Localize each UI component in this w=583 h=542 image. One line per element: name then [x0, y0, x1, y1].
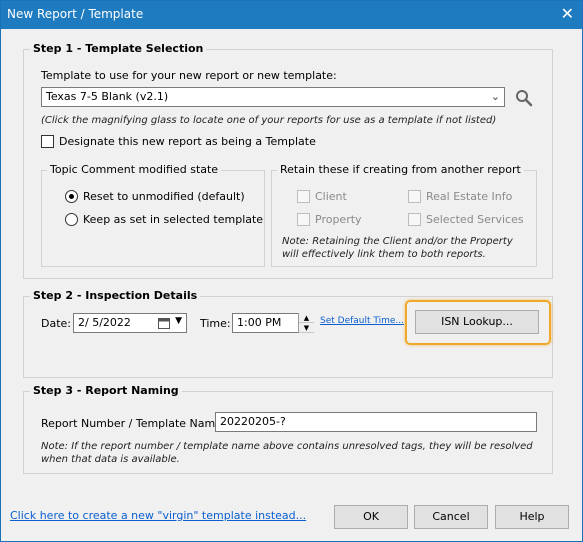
- retain-legend: Retain these if creating from another re…: [277, 163, 524, 176]
- property-checkbox[interactable]: [297, 213, 310, 226]
- reset-unmodified-radio[interactable]: [65, 190, 78, 203]
- time-input[interactable]: 1:00 PM ▲ ▼: [232, 313, 314, 333]
- real-estate-label: Real Estate Info: [426, 190, 513, 203]
- virgin-template-link[interactable]: Click here to create a new "virgin" temp…: [10, 509, 306, 522]
- template-label: Template to use for your new report or n…: [41, 69, 337, 82]
- real-estate-checkbox[interactable]: [408, 190, 421, 203]
- client-label: Client: [315, 190, 347, 203]
- date-label: Date:: [41, 317, 71, 330]
- designate-template-label: Designate this new report as being a Tem…: [59, 135, 316, 148]
- reset-unmodified-label: Reset to unmodified (default): [83, 190, 245, 203]
- template-select[interactable]: Texas 7-5 Blank (v2.1) ⌄: [41, 87, 505, 107]
- topic-comment-legend: Topic Comment modified state: [47, 163, 222, 176]
- designate-template-checkbox[interactable]: [41, 135, 54, 148]
- step1-legend: Step 1 - Template Selection: [30, 42, 207, 55]
- title-bar[interactable]: New Report / Template ✕: [1, 1, 582, 29]
- report-name-value: 20220205-?: [220, 415, 286, 428]
- retain-group: Retain these if creating from another re…: [271, 163, 537, 267]
- dialog-window: New Report / Template ✕ Step 1 - Templat…: [0, 0, 583, 542]
- close-icon[interactable]: ✕: [561, 5, 574, 23]
- keep-as-set-label: Keep as set in selected template: [83, 213, 264, 226]
- time-spinner[interactable]: ▲ ▼: [298, 313, 314, 333]
- help-button[interactable]: Help: [495, 505, 569, 529]
- report-name-label: Report Number / Template Name:: [41, 417, 226, 430]
- client-checkbox[interactable]: [297, 190, 310, 203]
- spin-down-icon[interactable]: ▼: [299, 323, 314, 333]
- topic-comment-group: Topic Comment modified state Reset to un…: [41, 163, 265, 267]
- step3-legend: Step 3 - Report Naming: [30, 384, 182, 397]
- keep-as-set-radio[interactable]: [65, 213, 78, 226]
- template-select-value: Texas 7-5 Blank (v2.1): [46, 90, 169, 103]
- isn-lookup-button[interactable]: ISN Lookup...: [415, 310, 539, 334]
- date-picker[interactable]: 2/ 5/2022 ▼: [73, 313, 187, 333]
- time-value: 1:00 PM: [237, 316, 282, 329]
- search-icon[interactable]: [515, 89, 533, 107]
- cancel-button[interactable]: Cancel: [414, 505, 488, 529]
- time-label: Time:: [200, 317, 231, 330]
- selected-services-checkbox[interactable]: [408, 213, 421, 226]
- window-title: New Report / Template: [7, 7, 144, 21]
- chevron-down-icon: ⌄: [490, 90, 500, 103]
- retain-note: Note: Retaining the Client and/or the Pr…: [282, 236, 513, 260]
- calendar-icon[interactable]: [158, 317, 170, 329]
- step3-group: Step 3 - Report Naming Report Number / T…: [23, 384, 553, 474]
- property-label: Property: [315, 213, 362, 226]
- ok-button[interactable]: OK: [334, 505, 408, 529]
- set-default-time-link[interactable]: Set Default Time...: [320, 316, 404, 326]
- chevron-down-icon[interactable]: ▼: [175, 316, 182, 326]
- step1-group: Step 1 - Template Selection Template to …: [23, 42, 553, 279]
- step2-group: Step 2 - Inspection Details Date: 2/ 5/2…: [23, 289, 553, 378]
- selected-services-label: Selected Services: [426, 213, 524, 226]
- template-hint: (Click the magnifying glass to locate on…: [41, 115, 497, 126]
- report-name-input[interactable]: 20220205-?: [215, 412, 537, 432]
- report-name-note: Note: If the report number / template na…: [41, 441, 533, 465]
- spin-up-icon[interactable]: ▲: [299, 313, 314, 323]
- date-value: 2/ 5/2022: [78, 316, 131, 329]
- step2-legend: Step 2 - Inspection Details: [30, 289, 201, 302]
